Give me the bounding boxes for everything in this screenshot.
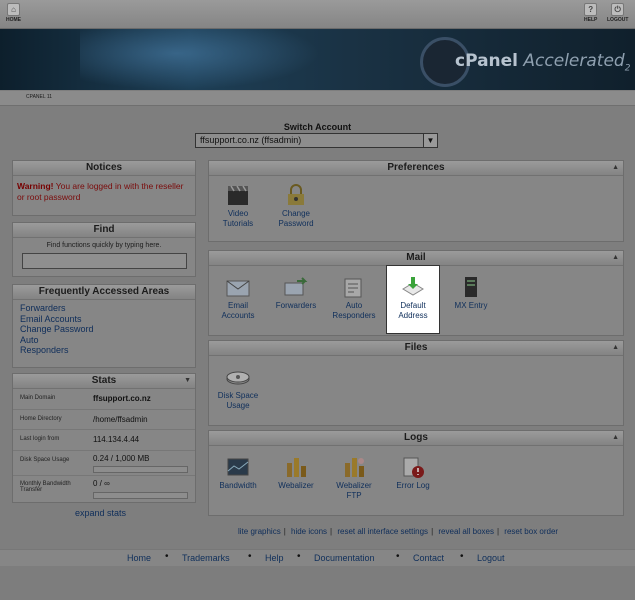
collapse-icon[interactable]: ▼ <box>184 374 191 388</box>
bandwidth-item[interactable]: Bandwidth <box>208 455 268 491</box>
header-banner: cPanel Accelerated2 <box>0 29 635 90</box>
switch-account-label: Switch Account <box>283 122 352 132</box>
email-accounts-item[interactable]: Email Accounts <box>208 275 268 320</box>
find-hint: Find functions quickly by typing here. <box>46 242 162 249</box>
collapse-icon[interactable]: ▲ <box>612 161 619 175</box>
faa-link-auto[interactable]: Auto <box>20 335 188 346</box>
webalizer-ftp-icon <box>345 458 364 477</box>
switch-account-select[interactable]: ffsupport.co.nz (ffsadmin) ▼ <box>195 133 438 148</box>
chevron-down-icon[interactable]: ▼ <box>423 134 437 147</box>
reset-interface-link[interactable]: reset all interface settings <box>337 527 428 536</box>
change-password-item[interactable]: Change Password <box>266 183 326 228</box>
disk-usage-bar <box>93 465 188 473</box>
bandwidth-icon <box>227 458 249 476</box>
collapse-icon[interactable]: ▲ <box>612 341 619 355</box>
error-log-item[interactable]: Error Log <box>383 455 443 491</box>
bandwidth-bar <box>93 491 188 499</box>
breadcrumb: CPANEL 11 <box>0 91 635 106</box>
error-log-icon <box>403 457 424 478</box>
home-icon: ⌂ <box>7 3 20 16</box>
collapse-icon[interactable]: ▲ <box>612 251 619 265</box>
reveal-boxes-link[interactable]: reveal all boxes <box>438 527 494 536</box>
stat-row: Last login from 114.134.4.44 <box>13 430 195 451</box>
footer-nav: Home • Trademarks • Help • Documentation… <box>0 549 635 567</box>
faa-link-responders[interactable]: Responders <box>20 345 188 356</box>
home-button[interactable]: ⌂ HOME <box>6 3 21 23</box>
faa-link-change-password[interactable]: Change Password <box>20 324 188 335</box>
interface-links: lite graphics | hide icons | reset all int… <box>238 527 559 536</box>
footer-contact-link[interactable]: Contact <box>413 553 444 563</box>
find-input[interactable] <box>21 253 187 269</box>
video-tutorials-item[interactable]: Video Tutorials <box>208 183 268 228</box>
footer-documentation-link[interactable]: Documentation <box>314 553 375 563</box>
stat-row: Main Domain ffsupport.co.nz <box>13 389 195 410</box>
auto-responders-item[interactable]: Auto Responders <box>324 275 384 320</box>
mx-entry-item[interactable]: MX Entry <box>441 275 501 311</box>
cpanel-logo: cPanel Accelerated2 <box>455 51 631 74</box>
frequently-accessed-box: Frequently Accessed Areas Forwarders Ema… <box>12 284 196 368</box>
clapperboard-icon <box>228 185 248 205</box>
reset-box-order-link[interactable]: reset box order <box>504 527 558 536</box>
disk-icon <box>226 371 250 385</box>
warning-message: Warning! You are logged in with the rese… <box>17 181 184 202</box>
mail-header: Mail <box>406 252 426 263</box>
stat-row: Disk Space Usage 0.24 / 1,000 MB <box>13 451 195 476</box>
footer-trademarks-link[interactable]: Trademarks <box>182 553 230 563</box>
files-box: Files ▲ <box>208 340 624 426</box>
find-header: Find <box>13 223 195 238</box>
preferences-header: Preferences <box>387 162 445 173</box>
lite-graphics-link[interactable]: lite graphics <box>238 527 281 536</box>
expand-stats-link[interactable]: expand stats <box>75 508 126 518</box>
stats-box: Stats ▼ Main Domain ffsupport.co.nz Home D… <box>12 373 196 503</box>
autoresponder-icon <box>344 278 362 298</box>
stats-header: Stats <box>91 375 117 386</box>
faa-link-email-accounts[interactable]: Email Accounts <box>20 314 188 325</box>
logs-header: Logs <box>404 432 428 443</box>
hide-icons-link[interactable]: hide icons <box>291 527 327 536</box>
server-icon <box>465 277 477 297</box>
lock-icon <box>288 184 304 205</box>
faa-link-forwarders[interactable]: Forwarders <box>20 303 188 314</box>
find-box: Find Find functions quickly by typing he… <box>12 222 196 277</box>
footer-help-link[interactable]: Help <box>265 553 284 563</box>
disk-space-usage-item[interactable]: Disk Space Usage <box>208 365 268 410</box>
forward-mail-icon <box>284 277 308 296</box>
faa-header: Frequently Accessed Areas <box>13 285 195 300</box>
webalizer-ftp-item[interactable]: Webalizer FTP <box>324 455 384 500</box>
default-address-icon <box>402 277 424 296</box>
footer-home-link[interactable]: Home <box>127 553 151 563</box>
footer-logout-link[interactable]: Logout <box>477 553 505 563</box>
webalizer-icon <box>287 458 306 477</box>
files-header: Files <box>404 342 428 353</box>
help-button[interactable]: ? HELP <box>584 3 597 23</box>
collapse-icon[interactable]: ▲ <box>612 431 619 445</box>
help-icon: ? <box>584 3 598 16</box>
forwarders-item[interactable]: Forwarders <box>266 275 326 311</box>
envelope-icon <box>226 280 250 297</box>
default-address-item[interactable]: Default Address <box>383 275 443 320</box>
stat-row: Monthly Bandwidth Transfer 0 / ∞ <box>13 476 195 502</box>
notices-header: Notices <box>13 161 195 176</box>
logout-button[interactable]: ⏻ LOGOUT <box>607 3 628 23</box>
logout-icon: ⏻ <box>611 3 625 16</box>
stat-row: Home Directory/home/ffsadmin <box>13 410 195 430</box>
notices-box: Notices Warning! You are logged in with … <box>12 160 196 216</box>
webalizer-item[interactable]: Webalizer <box>266 455 326 491</box>
page-bottom <box>0 566 635 600</box>
top-toolbar: ⌂ HOME ? HELP ⏻ LOGOUT <box>0 0 635 29</box>
